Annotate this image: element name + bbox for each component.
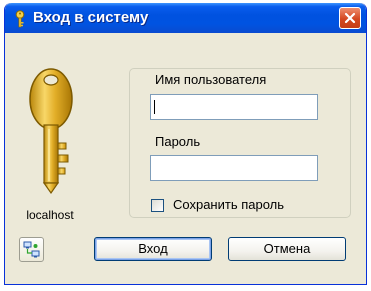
password-field[interactable] [150,155,318,181]
password-label: Пароль [155,134,201,149]
title-bar[interactable]: Вход в систему [5,3,366,33]
key-icon [29,68,73,195]
cancel-button[interactable]: Отмена [228,237,346,261]
close-button[interactable] [339,7,361,29]
close-icon [344,12,356,24]
text-caret [154,100,155,114]
save-password-checkbox[interactable] [151,199,164,212]
save-password-label[interactable]: Сохранить пароль [173,197,284,212]
network-icon [23,241,40,258]
username-field[interactable] [150,94,318,120]
network-settings-button[interactable] [19,237,44,262]
window-title: Вход в систему [33,9,149,26]
login-button[interactable]: Вход [94,237,212,261]
key-icon [13,10,27,28]
login-dialog: Вход в систему localhost Имя пользовател… [4,3,367,285]
host-label: localhost [26,208,74,222]
username-label: Имя пользователя [155,72,267,87]
